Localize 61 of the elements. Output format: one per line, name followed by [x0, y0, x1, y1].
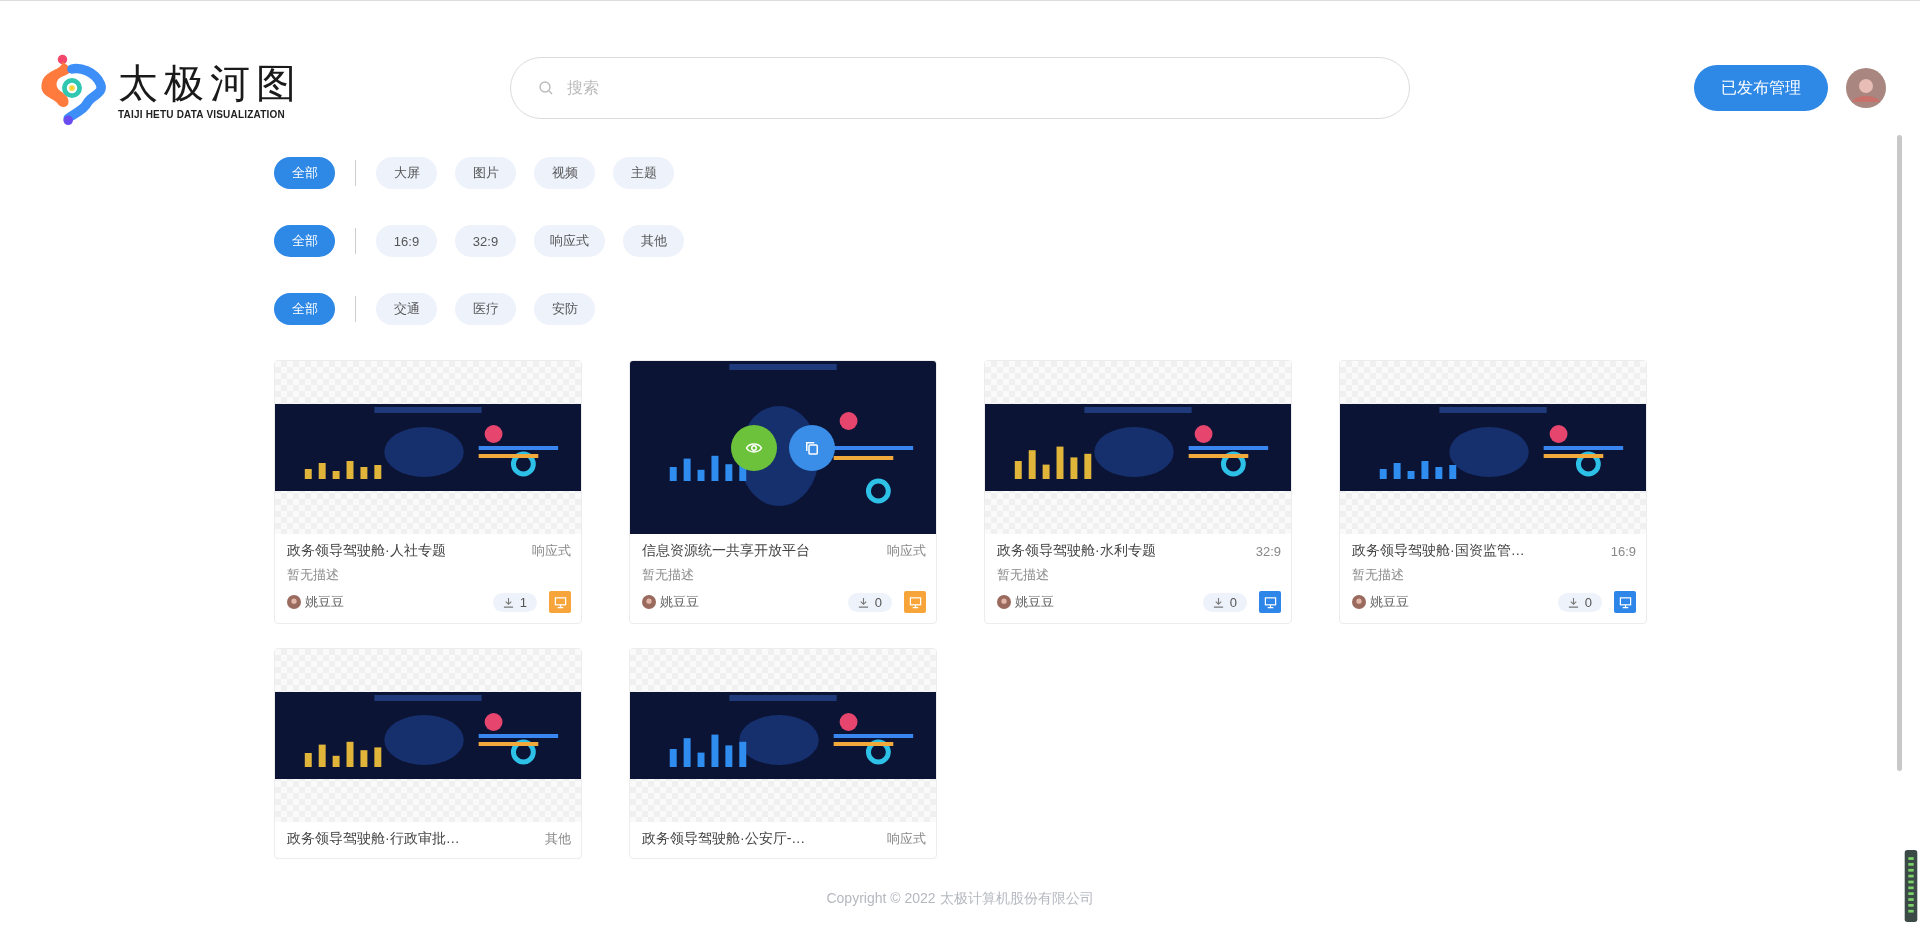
- logo-subtitle: TAIJI HETU DATA VISUALIZATION: [118, 108, 286, 120]
- side-widget-icon[interactable]: [1904, 850, 1918, 922]
- author-name: 姚豆豆: [305, 593, 344, 611]
- download-icon: [1212, 596, 1224, 608]
- download-count: 1: [492, 592, 537, 612]
- template-card[interactable]: 政务领导驾驶舱·人社专题 响应式 暂无描述 姚豆豆 1: [274, 360, 582, 624]
- card-description: 暂无描述: [1352, 566, 1405, 584]
- author-name: 姚豆豆: [660, 593, 699, 611]
- template-card[interactable]: 政务领导驾驶舱·国资监管… 16:9 暂无描述 姚豆豆 0: [1339, 360, 1647, 624]
- template-card[interactable]: 政务领导驾驶舱·行政审批… 其他: [274, 648, 582, 859]
- aspect-ratio-label: 响应式: [532, 542, 571, 560]
- download-count: 0: [847, 592, 892, 612]
- aspect-ratio-label: 32:9: [1255, 543, 1281, 559]
- published-management-button[interactable]: 已发布管理: [1694, 65, 1828, 111]
- copyright-text: Copyright © 2022 太极计算机股份有限公司: [826, 890, 1094, 908]
- filter-chip[interactable]: 大屏: [376, 157, 437, 189]
- author-name: 姚豆豆: [1370, 593, 1409, 611]
- author-name: 姚豆豆: [1015, 593, 1054, 611]
- card-title: 政务领导驾驶舱·行政审批…: [287, 830, 461, 848]
- card-title: 信息资源统一共享开放平台: [642, 542, 811, 560]
- card-title: 政务领导驾驶舱·水利专题: [997, 542, 1157, 560]
- search-icon: [538, 80, 554, 96]
- author-avatar: [1352, 595, 1366, 609]
- template-card[interactable]: 政务领导驾驶舱·公安厅-… 响应式: [629, 648, 937, 859]
- filter-chip[interactable]: 其他: [623, 225, 684, 257]
- filter-chip[interactable]: 安防: [534, 293, 595, 325]
- filter-chip[interactable]: 全部: [274, 157, 335, 189]
- download-icon: [502, 596, 514, 608]
- aspect-ratio-label: 响应式: [887, 542, 926, 560]
- template-card[interactable]: 信息资源统一共享开放平台 响应式 暂无描述 姚豆豆 0: [629, 360, 937, 624]
- aspect-ratio-label: 响应式: [887, 830, 926, 848]
- user-avatar[interactable]: [1846, 68, 1886, 108]
- filter-chip[interactable]: 医疗: [455, 293, 516, 325]
- filter-chip[interactable]: 响应式: [534, 225, 605, 257]
- card-title: 政务领导驾驶舱·国资监管…: [1352, 542, 1526, 560]
- aspect-ratio-label: 其他: [545, 830, 571, 848]
- card-description: 暂无描述: [287, 566, 340, 584]
- download-count: 0: [1557, 592, 1602, 612]
- filter-chip[interactable]: 全部: [274, 293, 335, 325]
- filter-chip[interactable]: 交通: [376, 293, 437, 325]
- download-icon: [1567, 596, 1579, 608]
- filter-chip[interactable]: 主题: [613, 157, 674, 189]
- logo-title: 太极河图: [118, 58, 302, 108]
- scrollbar[interactable]: [1897, 135, 1902, 771]
- download-icon: [857, 596, 869, 608]
- card-title: 政务领导驾驶舱·公安厅-…: [642, 830, 807, 848]
- card-title: 政务领导驾驶舱·人社专题: [287, 542, 447, 560]
- author-avatar: [997, 595, 1011, 609]
- author-avatar: [287, 595, 301, 609]
- card-description: 暂无描述: [642, 566, 695, 584]
- filter-chip[interactable]: 16:9: [376, 225, 437, 257]
- aspect-ratio-label: 16:9: [1610, 543, 1636, 559]
- download-count: 0: [1202, 592, 1247, 612]
- card-description: 暂无描述: [997, 566, 1050, 584]
- filter-chip[interactable]: 图片: [455, 157, 516, 189]
- filter-chip[interactable]: 全部: [274, 225, 335, 257]
- template-card[interactable]: 政务领导驾驶舱·水利专题 32:9 暂无描述 姚豆豆 0: [984, 360, 1292, 624]
- filter-chip[interactable]: 32:9: [455, 225, 516, 257]
- filter-chip[interactable]: 视频: [534, 157, 595, 189]
- search-field[interactable]: 搜索: [510, 57, 1410, 119]
- author-avatar: [642, 595, 656, 609]
